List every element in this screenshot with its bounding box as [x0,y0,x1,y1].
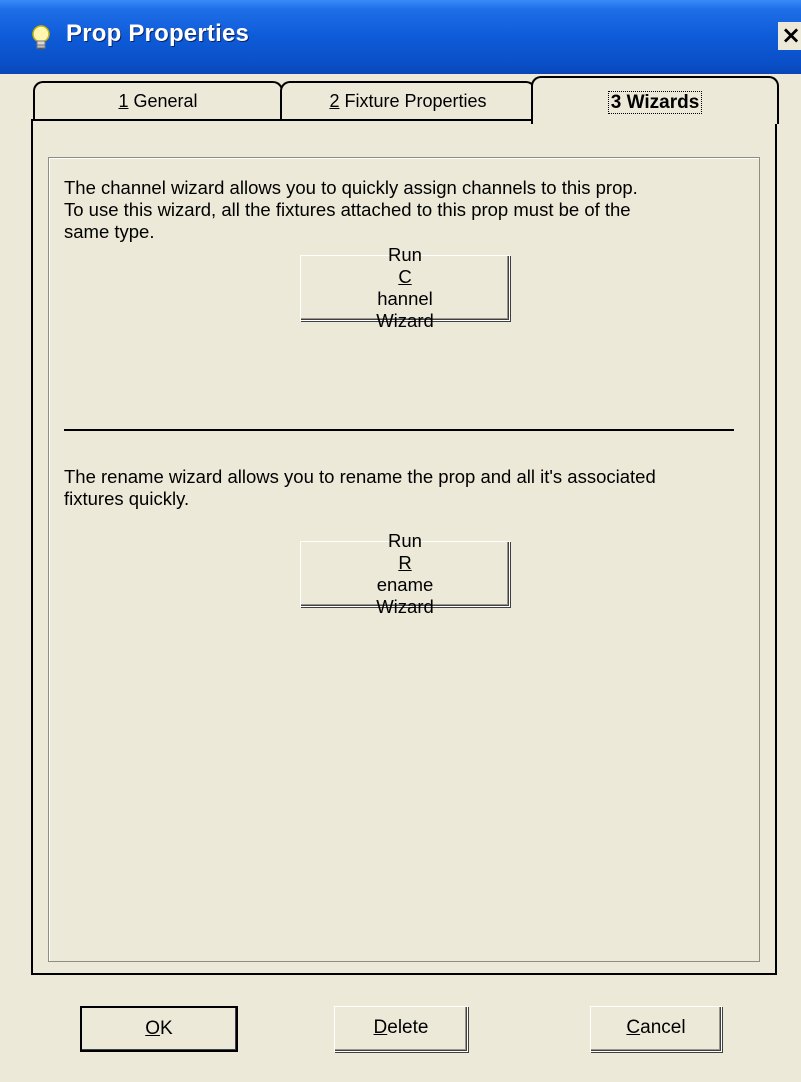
delete-rest: elete [387,1017,429,1038]
rename-btn-pre: Run [388,530,422,551]
rename-text-line-2: fixtures quickly. [64,488,190,509]
separator-line [64,429,734,431]
run-rename-wizard-button[interactable]: Run Rename Wizard [300,530,510,617]
channel-text-line-1: The channel wizard allows you to quickly… [64,177,638,198]
run-channel-wizard-button[interactable]: Run Channel Wizard [300,244,510,331]
delete-key: D [373,1017,388,1038]
tab-fixture-properties[interactable]: 2 Fixture Properties [280,81,536,123]
rename-btn-post: ename [376,574,434,595]
cancel-button[interactable]: Cancel [590,1006,722,1052]
title-bar: Prop Properties [0,0,801,74]
lightbulb-icon [32,25,50,50]
tab-wizards-key: 3 [610,92,622,113]
channel-btn-key: C [398,266,412,287]
tab-general[interactable]: 1 General [33,81,283,123]
rename-wizard-description: The rename wizard allows you to rename t… [64,466,656,510]
channel-text-line-3: same type. [64,221,155,242]
rename-btn-key: R [398,552,412,573]
channel-text-line-2: To use this wizard, all the fixtures att… [64,199,631,220]
tab-wizards[interactable]: 3 Wizards [531,76,779,124]
tab-wizards-label: Wizards [621,92,700,113]
tab-fixture-properties-label: Fixture Properties [339,91,487,111]
channel-btn-pre: Run [388,244,422,265]
channel-btn-post: hannel [377,288,433,309]
cancel-rest: ancel [640,1017,686,1038]
tab-general-label: General [128,91,198,111]
ok-key: O [145,1018,161,1039]
cancel-key: C [626,1017,641,1038]
tab-general-key: 1 [118,91,129,111]
ok-rest: K [160,1018,173,1039]
ok-button[interactable]: OK [80,1006,238,1052]
tab-fixture-properties-key: 2 [329,91,340,111]
rename-btn-line2: Wizard [376,596,434,617]
window-title: Prop Properties [66,20,250,47]
rename-text-line-1: The rename wizard allows you to rename t… [64,466,656,487]
close-button[interactable]: × [778,22,801,50]
channel-wizard-description: The channel wizard allows you to quickly… [64,177,638,243]
tab-wizards-focus: 3 Wizards [607,91,703,114]
delete-button[interactable]: Delete [334,1006,468,1052]
channel-btn-line2: Wizard [376,310,434,331]
